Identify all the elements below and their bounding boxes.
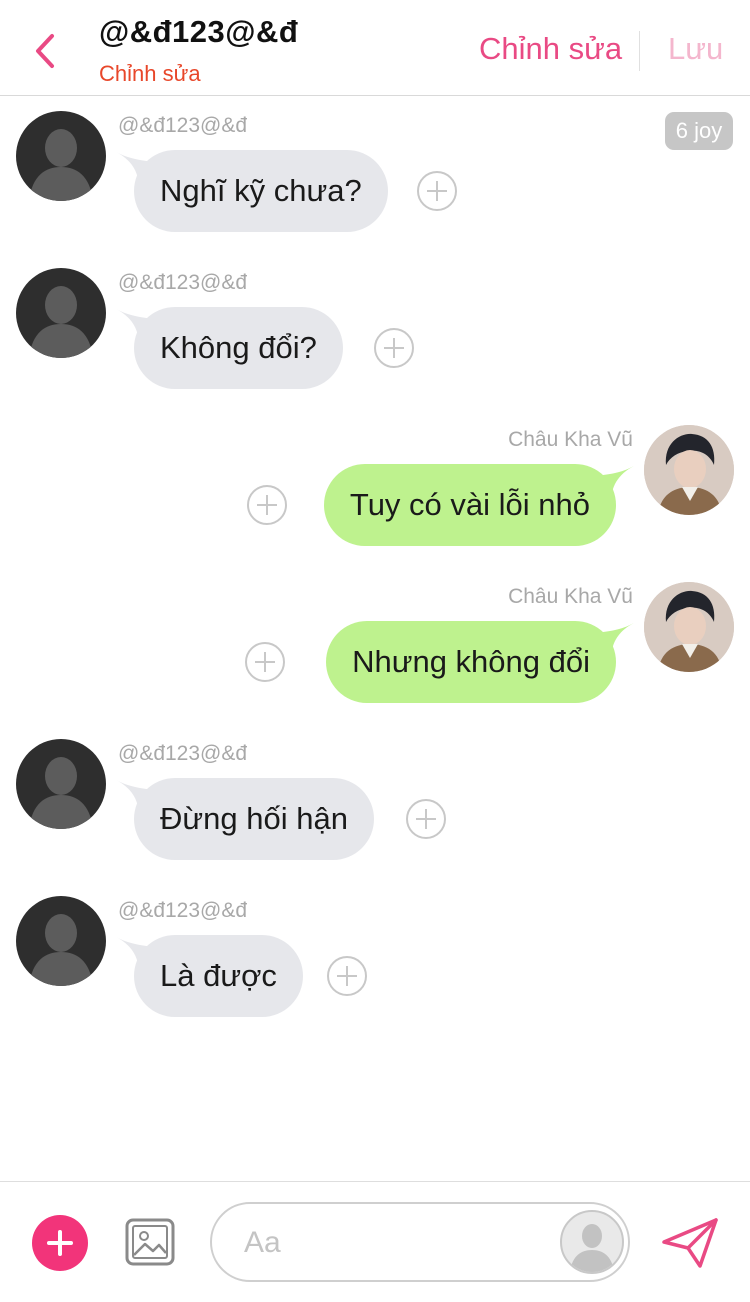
send-icon[interactable] xyxy=(660,1216,720,1270)
user-avatar[interactable] xyxy=(644,425,734,515)
message-bubble[interactable]: Nghĩ kỹ chưa? xyxy=(134,150,388,232)
default-person-icon xyxy=(570,1224,614,1272)
default-person-icon xyxy=(29,129,93,201)
default-person-icon xyxy=(29,286,93,358)
message-bubble[interactable]: Nhưng không đổi xyxy=(326,621,616,703)
message-bubble[interactable]: Tuy có vài lỗi nhỏ xyxy=(323,464,616,546)
message-bubble[interactable]: Đừng hối hận xyxy=(134,778,374,860)
character-avatar-button[interactable] xyxy=(560,1210,624,1274)
back-chevron-icon[interactable] xyxy=(28,28,68,74)
message-input-wrapper xyxy=(210,1202,630,1282)
edit-button[interactable]: Chỉnh sửa xyxy=(479,31,622,67)
add-reaction-button[interactable] xyxy=(247,485,287,525)
user-photo-icon xyxy=(644,425,734,515)
sender-avatar[interactable] xyxy=(16,896,106,986)
sender-name: Châu Kha Vũ xyxy=(508,585,633,608)
header-divider xyxy=(639,31,640,71)
default-person-icon xyxy=(29,757,93,829)
sender-avatar[interactable] xyxy=(16,739,106,829)
message-bubble[interactable]: Không đổi? xyxy=(134,307,343,389)
chat-title: @&đ123@&đ xyxy=(99,14,299,49)
joy-badge: 6 joy xyxy=(665,112,733,150)
sender-avatar[interactable] xyxy=(16,268,106,358)
sender-name: @&đ123@&đ xyxy=(118,114,248,137)
add-attachment-button[interactable] xyxy=(32,1215,88,1271)
sender-name: Châu Kha Vũ xyxy=(508,428,633,451)
add-reaction-button[interactable] xyxy=(327,956,367,996)
default-person-icon xyxy=(29,914,93,986)
image-icon[interactable] xyxy=(124,1217,176,1267)
add-reaction-button[interactable] xyxy=(245,642,285,682)
add-reaction-button[interactable] xyxy=(417,171,457,211)
add-reaction-button[interactable] xyxy=(406,799,446,839)
message-input[interactable] xyxy=(242,1204,546,1282)
composer-bar xyxy=(0,1181,750,1302)
user-avatar[interactable] xyxy=(644,582,734,672)
chat-header: @&đ123@&đ Chỉnh sửa Chỉnh sửa Lưu xyxy=(0,0,750,96)
chat-subtitle: Chỉnh sửa xyxy=(99,61,201,86)
sender-name: @&đ123@&đ xyxy=(118,899,248,922)
sender-name: @&đ123@&đ xyxy=(118,742,248,765)
save-button[interactable]: Lưu xyxy=(668,31,723,67)
message-bubble[interactable]: Là được xyxy=(134,935,303,1017)
user-photo-icon xyxy=(644,582,734,672)
add-reaction-button[interactable] xyxy=(374,328,414,368)
sender-name: @&đ123@&đ xyxy=(118,271,248,294)
sender-avatar[interactable] xyxy=(16,111,106,201)
